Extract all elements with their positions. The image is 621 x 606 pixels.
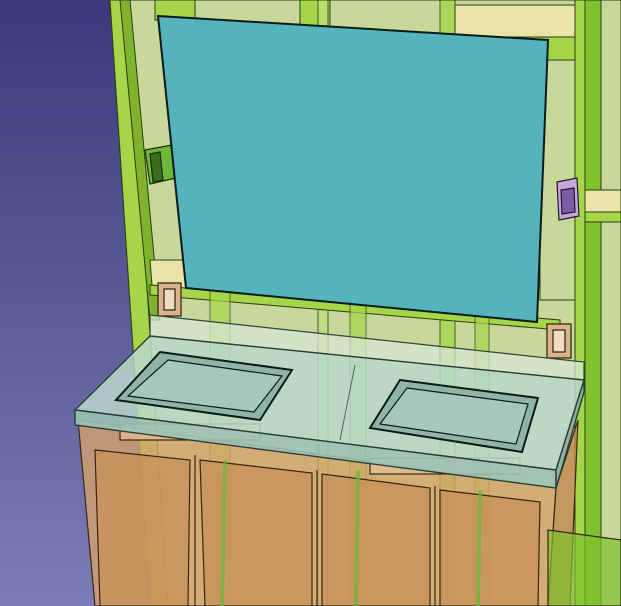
electrical-outlet-right[interactable] [546, 323, 572, 359]
scene-canvas[interactable] [0, 0, 621, 606]
electrical-outlet-left[interactable] [157, 282, 182, 317]
3d-viewport[interactable] [0, 0, 621, 606]
switch-box-right[interactable] [556, 177, 580, 221]
mirror[interactable] [156, 14, 550, 324]
